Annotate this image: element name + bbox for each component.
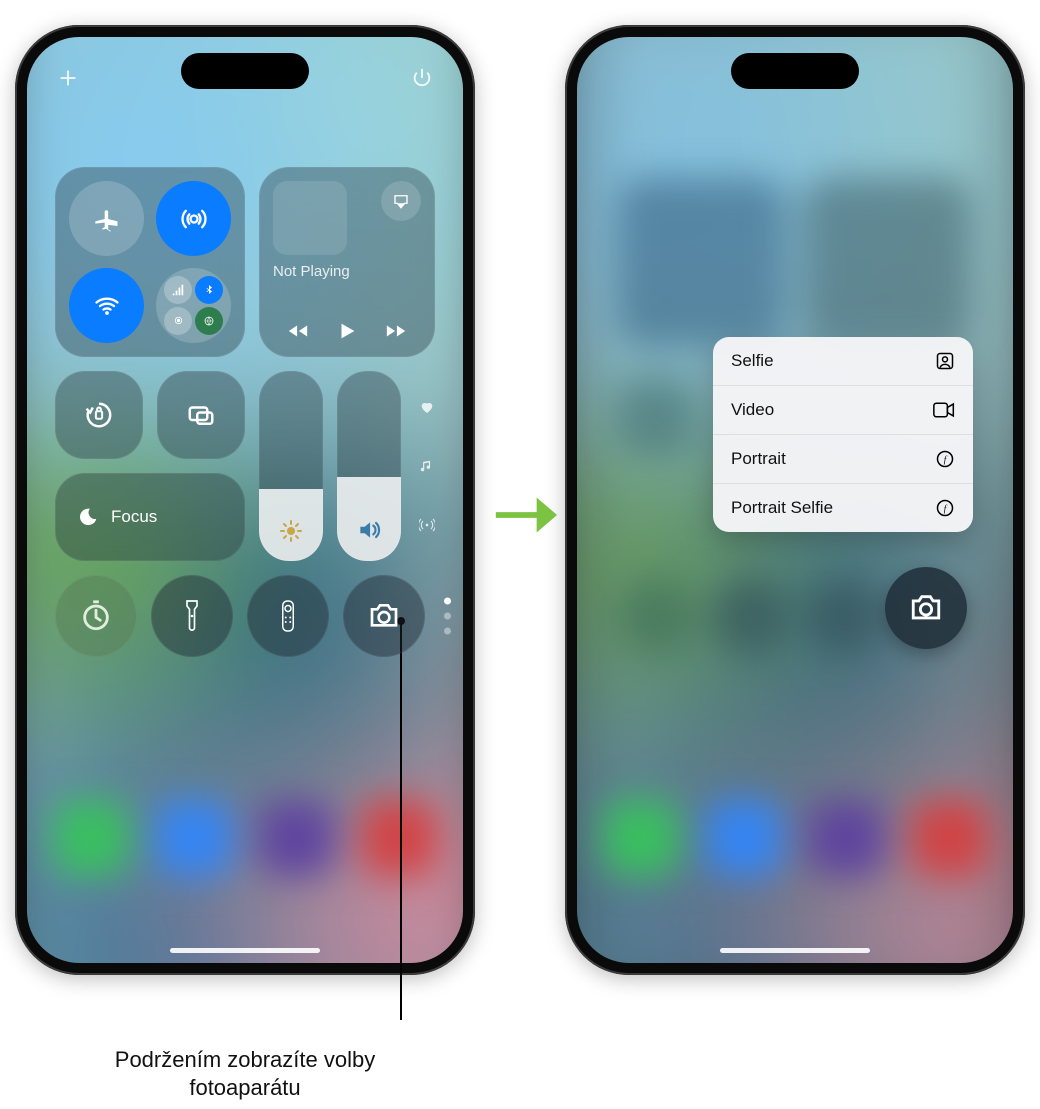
person-square-icon xyxy=(935,351,955,371)
menu-item-selfie[interactable]: Selfie xyxy=(713,337,973,386)
airdrop-button[interactable] xyxy=(156,181,231,256)
flashlight-icon xyxy=(182,599,202,633)
menu-item-video[interactable]: Video xyxy=(713,386,973,435)
timer-button[interactable] xyxy=(55,575,137,657)
menu-item-label: Portrait Selfie xyxy=(731,498,833,518)
now-playing-status: Not Playing xyxy=(273,263,421,280)
airdrop-icon xyxy=(180,205,208,233)
page-indicator-icons xyxy=(415,371,435,561)
focus-button[interactable]: Focus xyxy=(55,473,245,561)
dock-hint xyxy=(27,783,463,893)
menu-item-portrait[interactable]: Portrait f xyxy=(713,435,973,484)
forward-button[interactable] xyxy=(383,320,409,342)
play-button[interactable] xyxy=(336,319,358,343)
camera-context-menu: Selfie Video Portrait f Portrait Selfie … xyxy=(713,337,973,532)
dynamic-island xyxy=(731,53,859,89)
menu-item-label: Portrait xyxy=(731,449,786,469)
wifi-button[interactable] xyxy=(69,268,144,343)
camera-icon xyxy=(368,602,400,630)
dock-hint xyxy=(577,783,1013,893)
music-note-icon xyxy=(419,458,435,474)
remote-button[interactable] xyxy=(247,575,329,657)
phone-frame-left: Not Playing xyxy=(15,25,475,975)
caption-text: Podržením zobrazíte volby fotoaparátu xyxy=(95,1046,395,1101)
sun-icon xyxy=(279,519,303,543)
heart-icon xyxy=(419,399,435,415)
antenna-icon xyxy=(419,517,435,533)
rewind-button[interactable] xyxy=(285,320,311,342)
screen-mirroring-button[interactable] xyxy=(157,371,245,459)
callout-line xyxy=(400,620,402,1020)
arrow-icon xyxy=(490,480,560,550)
connectivity-panel[interactable] xyxy=(55,167,245,357)
rewind-icon xyxy=(285,320,311,342)
rotation-lock-button[interactable] xyxy=(55,371,143,459)
svg-text:f: f xyxy=(944,454,948,464)
menu-item-portrait-selfie[interactable]: Portrait Selfie f xyxy=(713,484,973,532)
plus-icon xyxy=(57,67,79,89)
svg-text:f: f xyxy=(944,503,948,513)
home-indicator[interactable] xyxy=(720,948,870,953)
page-dots[interactable] xyxy=(444,598,451,635)
mirror-icon xyxy=(186,400,216,430)
play-icon xyxy=(336,319,358,343)
focus-label: Focus xyxy=(111,507,157,527)
volume-slider[interactable] xyxy=(337,371,401,561)
forward-icon xyxy=(383,320,409,342)
rotation-lock-icon xyxy=(84,400,114,430)
airplay-button[interactable] xyxy=(381,181,421,221)
menu-item-label: Selfie xyxy=(731,351,774,371)
phone-frame-right: Selfie Video Portrait f Portrait Selfie … xyxy=(565,25,1025,975)
home-indicator[interactable] xyxy=(170,948,320,953)
camera-button[interactable] xyxy=(343,575,425,657)
video-icon xyxy=(933,402,955,418)
media-panel[interactable]: Not Playing xyxy=(259,167,435,357)
album-art-placeholder xyxy=(273,181,347,255)
cellular-icon xyxy=(164,276,192,304)
camera-button-highlighted[interactable] xyxy=(885,567,967,649)
moon-icon xyxy=(77,506,99,528)
wifi-icon xyxy=(93,292,121,320)
camera-icon xyxy=(909,593,943,623)
speaker-icon xyxy=(356,517,382,543)
aperture-icon: f xyxy=(935,449,955,469)
dynamic-island xyxy=(181,53,309,89)
menu-item-label: Video xyxy=(731,400,774,420)
vpn-icon xyxy=(195,307,223,335)
power-icon xyxy=(411,67,433,89)
bluetooth-icon xyxy=(195,276,223,304)
airplane-mode-button[interactable] xyxy=(69,181,144,256)
add-control-button[interactable] xyxy=(57,67,79,89)
connectivity-expand-button[interactable] xyxy=(156,268,231,343)
aperture-icon: f xyxy=(935,498,955,518)
flashlight-button[interactable] xyxy=(151,575,233,657)
remote-icon xyxy=(279,599,297,633)
airplane-icon xyxy=(93,205,121,233)
power-button[interactable] xyxy=(411,67,433,89)
airplay-icon xyxy=(392,192,410,210)
hotspot-icon xyxy=(164,307,192,335)
timer-icon xyxy=(79,599,113,633)
brightness-slider[interactable] xyxy=(259,371,323,561)
